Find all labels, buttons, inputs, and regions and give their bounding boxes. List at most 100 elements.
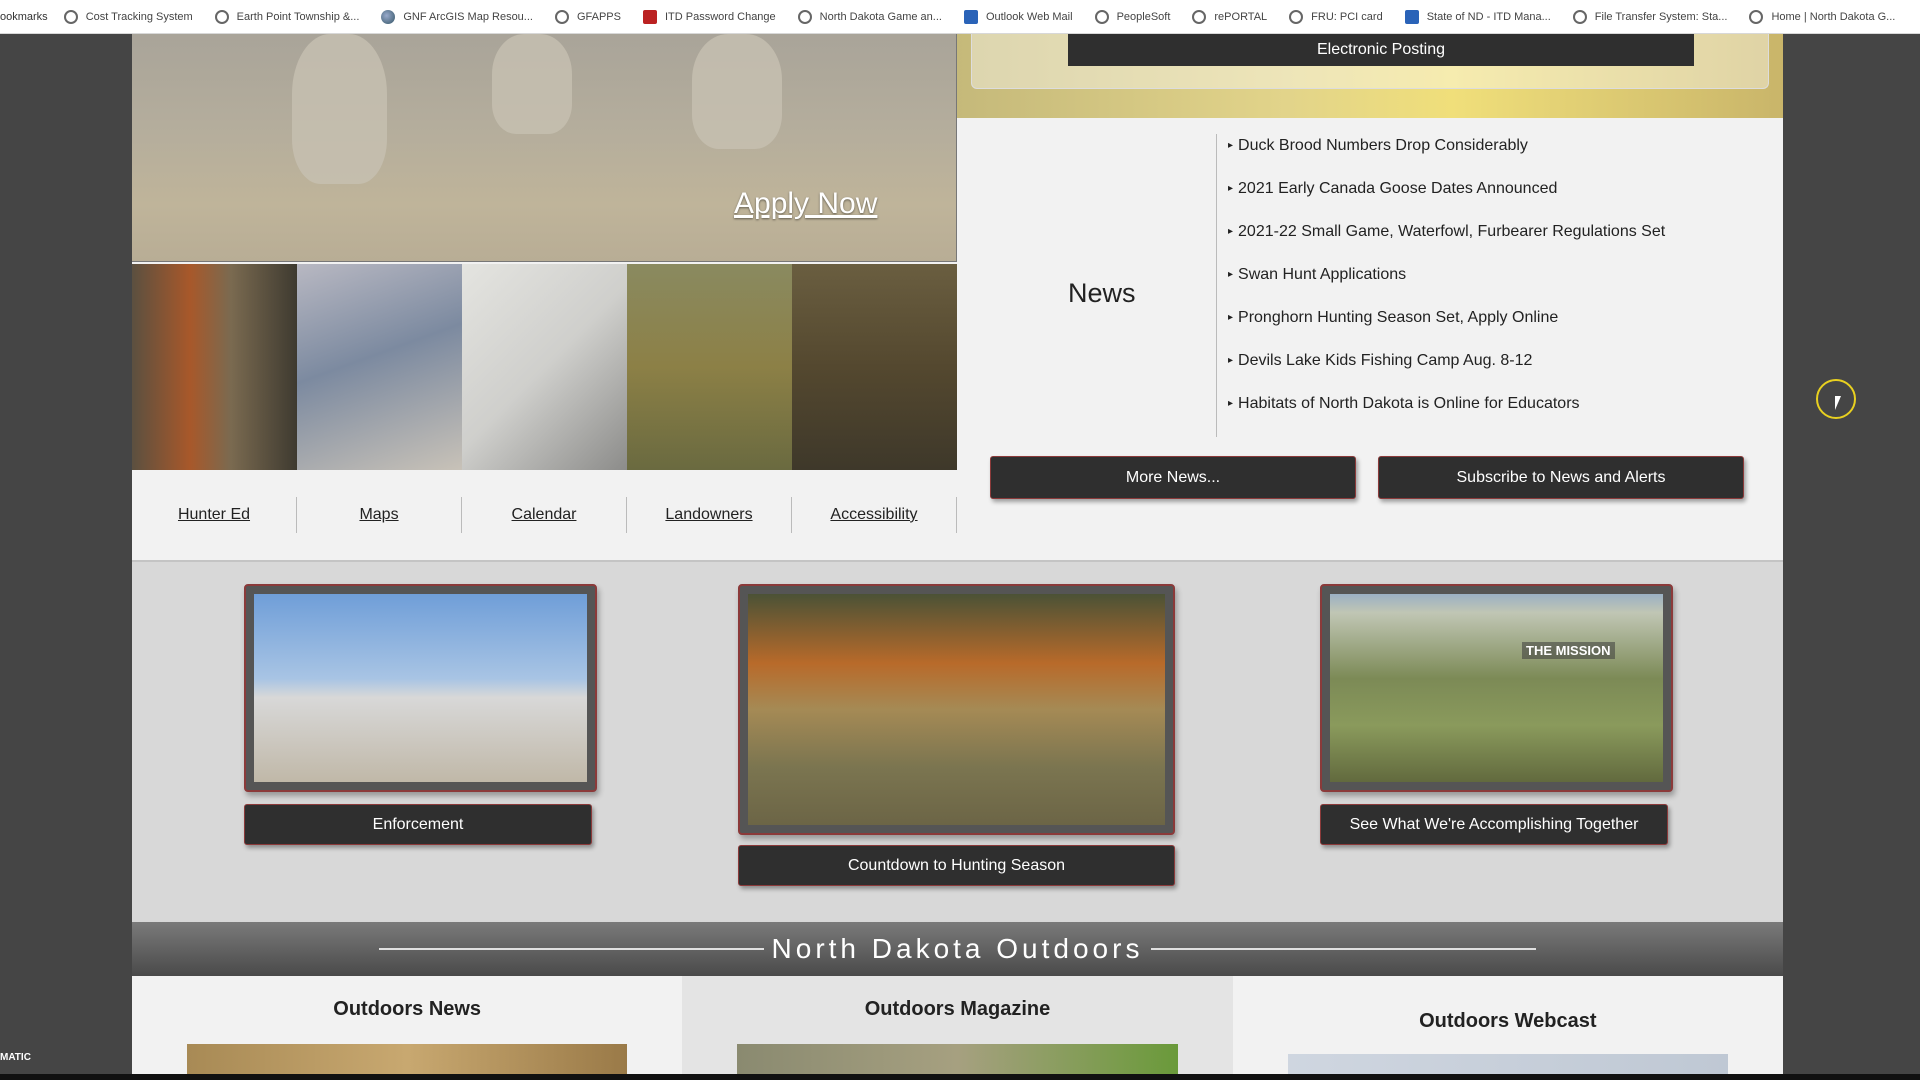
enforcement-button[interactable]: Enforcement: [244, 804, 592, 845]
bookmark-nd-game[interactable]: North Dakota Game an...: [797, 9, 942, 24]
calendar-thumbnail[interactable]: [462, 264, 627, 470]
bookmark-label: PeopleSoft: [1116, 10, 1171, 23]
taskbar-label: MATIC: [0, 1052, 31, 1063]
bookmark-label: State of ND - ITD Mana...: [1426, 10, 1551, 23]
bookmarks-bar: ookmarks Cost Tracking System Earth Poin…: [0, 0, 1920, 34]
deer-icon: [797, 9, 812, 24]
bookmark-gnf-arcgis[interactable]: GNF ArcGIS Map Resou...: [381, 9, 533, 24]
nd-outdoors-band: North Dakota Outdoors: [132, 922, 1783, 976]
mission-card[interactable]: THE MISSION: [1320, 584, 1673, 792]
quicklink-maps[interactable]: Maps: [297, 497, 462, 533]
globe-icon: [214, 9, 229, 24]
thumbnail-strip: [132, 264, 957, 470]
outdoors-news-column[interactable]: Outdoors News: [132, 976, 683, 1074]
bookmark-reportal[interactable]: rePORTAL: [1192, 9, 1268, 24]
web-page: Apply Now Hunter Ed Maps Calendar Landow…: [132, 34, 1783, 1074]
pronghorn-image: [692, 34, 782, 149]
countdown-button[interactable]: Countdown to Hunting Season: [738, 845, 1175, 886]
news-item[interactable]: 2021 Early Canada Goose Dates Announced: [1228, 175, 1665, 218]
bookmark-peoplesoft[interactable]: PeopleSoft: [1094, 9, 1171, 24]
bookmark-label: rePORTAL: [1214, 10, 1268, 23]
news-item[interactable]: Pronghorn Hunting Season Set, Apply Onli…: [1228, 304, 1665, 347]
enforcement-card[interactable]: [244, 584, 597, 792]
outdoors-magazine-preview[interactable]: [737, 1044, 1178, 1074]
bookmark-label: ITD Password Change: [665, 10, 776, 23]
news-item[interactable]: 2021-22 Small Game, Waterfowl, Furbearer…: [1228, 218, 1665, 261]
accessibility-thumbnail[interactable]: [792, 264, 957, 470]
outdoors-news-preview[interactable]: [187, 1044, 628, 1074]
outdoors-webcast-heading: Outdoors Webcast: [1419, 1010, 1597, 1032]
divider-line: [1151, 948, 1537, 950]
news-divider: [1216, 134, 1217, 437]
posting-panel: Electronic Posting: [971, 34, 1769, 89]
quicklink-landowners[interactable]: Landowners: [627, 497, 792, 533]
enforcement-image: [254, 594, 587, 782]
news-panel: News Duck Brood Numbers Drop Considerabl…: [957, 118, 1783, 560]
bookmark-file-transfer[interactable]: File Transfer System: Sta...: [1572, 9, 1728, 24]
arcgis-icon: [381, 9, 396, 24]
outdoors-webcast-preview[interactable]: [1287, 1054, 1728, 1074]
nd-outdoors-title: North Dakota Outdoors: [771, 933, 1144, 964]
mission-button[interactable]: See What We're Accomplishing Together: [1320, 804, 1668, 845]
landowners-thumbnail[interactable]: [627, 264, 792, 470]
flower-banner: Electronic Posting: [957, 34, 1783, 118]
bookmark-state-nd-itd[interactable]: State of ND - ITD Mana...: [1404, 9, 1551, 24]
bookmark-label: North Dakota Game an...: [819, 10, 942, 23]
bookmarks-label[interactable]: ookmarks: [0, 11, 48, 23]
bookmark-label: GFAPPS: [576, 10, 621, 23]
quicklinks-bar: Hunter Ed Maps Calendar Landowners Acces…: [132, 470, 957, 560]
hunter-ed-thumbnail[interactable]: [132, 264, 297, 470]
maps-thumbnail[interactable]: [297, 264, 462, 470]
globe-icon: [63, 9, 78, 24]
bookmark-outlook[interactable]: Outlook Web Mail: [963, 9, 1073, 24]
pronghorn-image: [292, 34, 387, 184]
news-item[interactable]: Swan Hunt Applications: [1228, 261, 1665, 304]
news-item[interactable]: Duck Brood Numbers Drop Considerably: [1228, 132, 1665, 175]
more-news-button[interactable]: More News...: [990, 456, 1356, 499]
mouse-pointer-icon: [1835, 396, 1841, 410]
subscribe-button[interactable]: Subscribe to News and Alerts: [1378, 456, 1744, 499]
features-section: Enforcement Countdown to Hunting Season …: [132, 560, 1783, 922]
globe-icon: [1289, 9, 1304, 24]
quicklink-calendar[interactable]: Calendar: [462, 497, 627, 533]
outdoors-magazine-column[interactable]: Outdoors Magazine: [682, 976, 1233, 1074]
globe-icon: [1192, 9, 1207, 24]
right-margin: [1783, 34, 1920, 1080]
quicklink-hunter-ed[interactable]: Hunter Ed: [132, 497, 297, 533]
news-item[interactable]: Habitats of North Dakota is Online for E…: [1228, 390, 1665, 433]
bookmark-fru-pci[interactable]: FRU: PCI card: [1289, 9, 1383, 24]
bookmark-cost-tracking[interactable]: Cost Tracking System: [63, 9, 193, 24]
bookmark-label: Cost Tracking System: [85, 10, 193, 23]
quicklink-accessibility[interactable]: Accessibility: [792, 497, 957, 533]
divider-line: [378, 948, 764, 950]
mission-image: THE MISSION: [1330, 594, 1663, 782]
bookmark-label: File Transfer System: Sta...: [1594, 10, 1728, 23]
left-margin: [0, 34, 132, 1080]
bookmark-gfapps[interactable]: GFAPPS: [554, 9, 621, 24]
globe-icon: [1094, 9, 1109, 24]
hero-banner[interactable]: Apply Now: [132, 34, 957, 262]
news-list: Duck Brood Numbers Drop Considerably 202…: [1228, 132, 1665, 433]
bookmark-label: Earth Point Township &...: [236, 10, 360, 23]
news-heading: News: [1068, 278, 1136, 308]
apply-now-link[interactable]: Apply Now: [734, 187, 877, 221]
bookmark-earth-point[interactable]: Earth Point Township &...: [214, 9, 360, 24]
globe-icon: [1572, 9, 1587, 24]
hunter-with-dog-image: [748, 594, 1165, 825]
bookmark-label: GNF ArcGIS Map Resou...: [403, 10, 533, 23]
ip-icon: [1404, 9, 1419, 24]
outdoors-columns: Outdoors News Outdoors Magazine Outdoors…: [132, 976, 1783, 1074]
bookmark-label: FRU: PCI card: [1311, 10, 1383, 23]
outdoors-magazine-heading: Outdoors Magazine: [864, 998, 1051, 1020]
deer-icon: [1749, 9, 1764, 24]
nd-icon: [643, 9, 657, 24]
news-item[interactable]: Devils Lake Kids Fishing Camp Aug. 8-12: [1228, 347, 1665, 390]
bookmark-itd-password[interactable]: ITD Password Change: [643, 9, 776, 24]
mission-overlay-text: THE MISSION: [1522, 642, 1615, 659]
bookmark-home-nd[interactable]: Home | North Dakota G...: [1749, 9, 1895, 24]
countdown-card[interactable]: [738, 584, 1175, 835]
outdoors-webcast-column[interactable]: Outdoors Webcast: [1232, 976, 1783, 1074]
globe-icon: [554, 9, 569, 24]
electronic-posting-button[interactable]: Electronic Posting: [1068, 34, 1694, 66]
bookmark-label: Outlook Web Mail: [985, 10, 1073, 23]
